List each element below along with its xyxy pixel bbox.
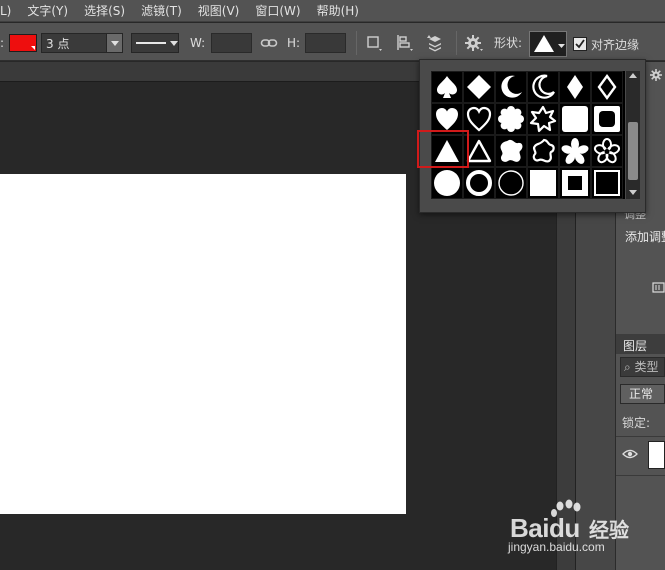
scroll-up-icon[interactable] — [629, 73, 637, 78]
height-input[interactable] — [305, 33, 346, 53]
document-canvas[interactable] — [0, 174, 406, 514]
scrollbar-thumb[interactable] — [628, 122, 638, 180]
scroll-down-icon[interactable] — [629, 190, 637, 195]
dropdown-arrow-icon[interactable] — [106, 34, 122, 52]
shape-triangle-outline[interactable] — [463, 135, 495, 167]
menu-layer[interactable]: L) — [0, 0, 19, 22]
path-arrangement-icon[interactable] — [424, 32, 446, 54]
watermark-jingyan: 经验 — [589, 518, 629, 542]
square-icon — [562, 106, 588, 132]
blob-outline-icon — [532, 138, 555, 163]
shape-label: 形状: — [494, 36, 523, 50]
gear-icon[interactable] — [463, 32, 485, 54]
link-icon[interactable] — [260, 33, 278, 53]
shape-spade[interactable] — [431, 71, 463, 103]
eye-icon[interactable] — [622, 448, 638, 460]
shape-flower-8[interactable] — [495, 103, 527, 135]
fill-color-swatch[interactable] — [9, 34, 37, 52]
crescent-icon — [501, 75, 522, 98]
levels-icon[interactable] — [652, 281, 665, 294]
triangle-icon — [435, 140, 459, 162]
square-dark-icon — [594, 170, 620, 196]
spade-icon — [437, 76, 457, 98]
chevron-down-icon — [170, 40, 178, 46]
document-tab-bar — [0, 62, 425, 82]
shape-square-frame[interactable] — [559, 167, 591, 199]
diamond-tall-icon — [567, 75, 583, 99]
lock-label: 锁定: — [622, 416, 651, 430]
square-frame-icon — [562, 170, 588, 196]
menu-window[interactable]: 窗口(W) — [247, 0, 308, 22]
layer-filter-placeholder: 类型 — [634, 360, 659, 374]
watermark-url: jingyan.baidu.com — [508, 540, 605, 554]
ring-thick-icon — [466, 170, 492, 196]
shape-starburst-outline[interactable] — [527, 103, 559, 135]
diamond-outline-icon — [597, 73, 617, 101]
shape-circle-ring-thick[interactable] — [463, 167, 495, 199]
height-label: H: — [287, 36, 301, 50]
shape-grid — [431, 71, 625, 199]
menu-select[interactable]: 选择(S) — [76, 0, 133, 22]
align-edges-label: 对齐边缘 — [591, 37, 640, 52]
rounded-square-icon — [594, 106, 620, 132]
menu-filter[interactable]: 滤镜(T) — [133, 0, 190, 22]
width-label: W: — [190, 36, 206, 50]
layer-thumbnail[interactable] — [648, 441, 665, 469]
options-bar: : 3 点 W: H: 形状: 对齐边缘 — [0, 23, 665, 61]
align-edges-checkbox[interactable] — [573, 37, 587, 51]
heart-icon — [436, 108, 458, 130]
menu-bar: L) 文字(Y) 选择(S) 滤镜(T) 视图(V) 窗口(W) 帮助(H) — [0, 0, 665, 22]
watermark-brand-bai: Bai — [510, 513, 549, 543]
shape-blob-outline[interactable] — [527, 135, 559, 167]
starburst-icon — [529, 105, 557, 133]
shape-diamond-tall[interactable] — [559, 71, 591, 103]
shape-picker-button[interactable] — [529, 31, 567, 57]
triangle-outline-icon — [466, 139, 492, 163]
diamond-icon — [467, 75, 491, 99]
blend-mode-select[interactable]: 正常 — [620, 384, 665, 404]
shape-circle[interactable] — [431, 167, 463, 199]
shape-blob[interactable] — [495, 135, 527, 167]
ring-thin-icon — [498, 170, 524, 196]
menu-view[interactable]: 视图(V) — [190, 0, 248, 22]
shape-diamond[interactable] — [463, 71, 495, 103]
square-white-icon — [530, 170, 556, 196]
shape-square-rounded[interactable] — [559, 103, 591, 135]
menu-help[interactable]: 帮助(H) — [309, 0, 367, 22]
crescent-outline-icon — [532, 74, 555, 99]
shape-diamond-outline[interactable] — [591, 71, 623, 103]
shape-heart[interactable] — [431, 103, 463, 135]
flower-outline-icon — [593, 138, 621, 164]
heart-outline-icon — [466, 106, 492, 132]
flower-icon — [498, 106, 524, 132]
shape-rounded-square-outline[interactable] — [591, 103, 623, 135]
blob-icon — [500, 139, 523, 162]
shape-circle-ring-thin[interactable] — [495, 167, 527, 199]
shape-crescent[interactable] — [495, 71, 527, 103]
watermark-brand-du: du — [548, 513, 580, 543]
layer-filter-input[interactable]: ⌕ 类型 — [620, 357, 665, 377]
shape-flower-outline[interactable] — [591, 135, 623, 167]
path-alignment-icon[interactable] — [394, 32, 416, 54]
add-adjustment-label: 添加调整 — [625, 230, 665, 244]
fill-label: : — [0, 36, 5, 50]
shape-square-dark[interactable] — [591, 167, 623, 199]
stroke-width-value: 3 点 — [46, 36, 70, 51]
search-icon: ⌕ — [624, 360, 635, 374]
star-icon — [561, 138, 589, 164]
shape-star-rounded[interactable] — [559, 135, 591, 167]
shape-heart-outline[interactable] — [463, 103, 495, 135]
path-operations-icon[interactable] — [364, 32, 386, 54]
tab-layers[interactable]: 图层 — [623, 337, 647, 354]
circle-icon — [434, 170, 460, 196]
align-edges-option[interactable]: 对齐边缘 — [573, 34, 639, 54]
shape-triangle[interactable] — [431, 135, 463, 167]
width-input[interactable] — [211, 33, 252, 53]
shape-crescent-outline[interactable] — [527, 71, 559, 103]
stroke-width-select[interactable]: 3 点 — [41, 33, 123, 53]
shape-square-white[interactable] — [527, 167, 559, 199]
menu-type[interactable]: 文字(Y) — [19, 0, 76, 22]
gear-icon[interactable] — [650, 69, 662, 81]
stroke-type-select[interactable] — [131, 33, 179, 53]
